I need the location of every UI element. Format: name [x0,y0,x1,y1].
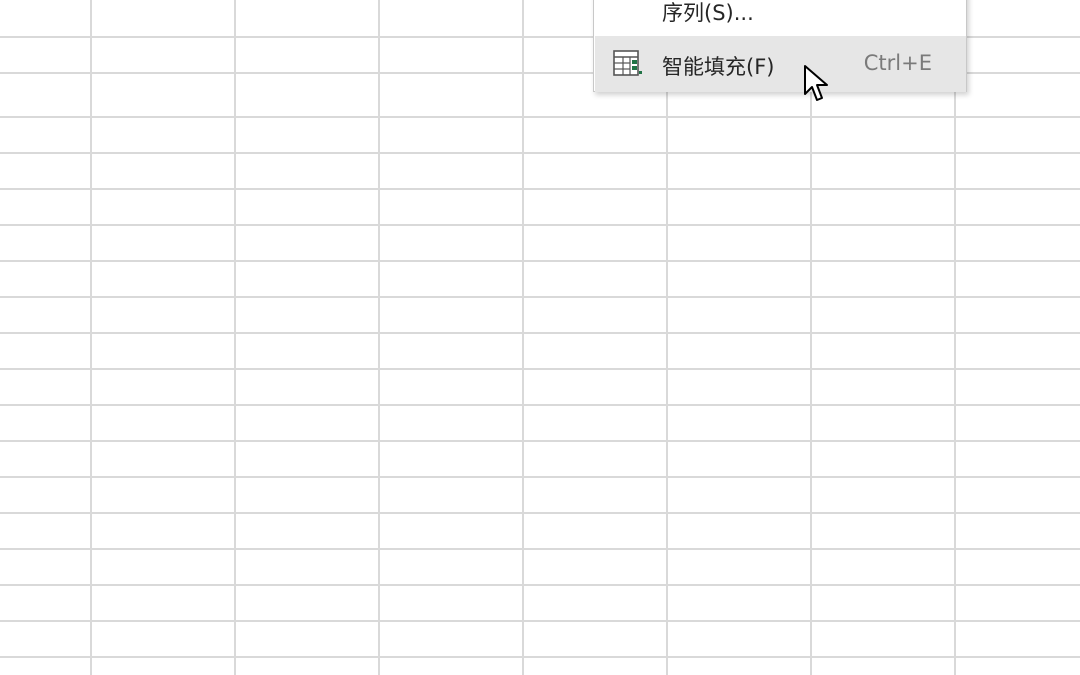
row-divider [0,188,1080,190]
column-divider [954,0,956,675]
menu-item-label: 序列(S)... [662,1,754,25]
menu-item-flash-fill[interactable]: 智能填充(F) Ctrl+E [595,36,966,92]
row-divider [0,512,1080,514]
column-divider [90,0,92,675]
column-divider [234,0,236,675]
menu-item-shortcut: Ctrl+E [863,51,932,75]
row-divider [0,476,1080,478]
row-divider [0,296,1080,298]
fill-context-menu: 序列(S)... 智能填充(F) Ctrl+E [593,0,967,92]
menu-item-series[interactable]: 序列(S)... [595,0,966,33]
column-divider [666,0,668,675]
flash-fill-icon [612,49,644,77]
row-divider [0,152,1080,154]
column-divider [522,0,524,675]
column-divider [378,0,380,675]
mouse-pointer-icon [803,64,831,104]
row-divider [0,332,1080,334]
row-divider [0,404,1080,406]
row-divider [0,656,1080,658]
row-divider [0,620,1080,622]
row-divider [0,224,1080,226]
row-divider [0,116,1080,118]
row-divider [0,260,1080,262]
row-divider [0,440,1080,442]
row-divider [0,368,1080,370]
row-divider [0,584,1080,586]
spreadsheet-grid[interactable] [0,0,1080,675]
row-divider [0,548,1080,550]
menu-item-label: 智能填充(F) [662,55,775,79]
